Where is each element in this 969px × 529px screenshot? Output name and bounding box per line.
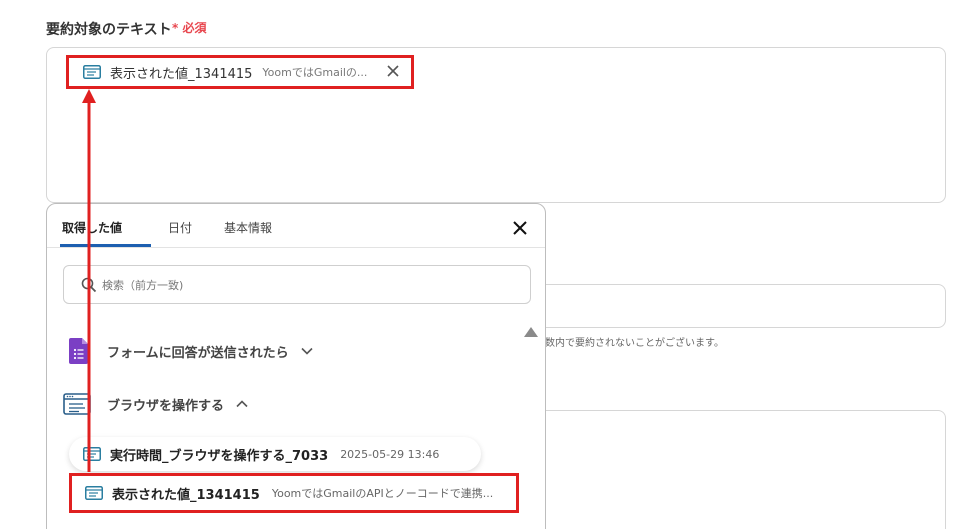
group-form-submitted[interactable]: フォームに回答が送信されたら (63, 338, 313, 364)
item-title: 実行時間_ブラウザを操作する_7033 (110, 448, 329, 464)
required-star: * (172, 21, 179, 35)
tab-basic-info[interactable]: 基本情報 (224, 219, 272, 236)
chip-title: 表示された値_1341415 (110, 66, 253, 82)
secondary-input[interactable] (530, 284, 946, 328)
browser-icon (63, 393, 91, 415)
close-icon[interactable] (511, 219, 529, 237)
form-icon (69, 338, 88, 364)
value-icon (83, 65, 101, 79)
tab-fetched-values[interactable]: 取得した値 (62, 219, 122, 236)
item-subtitle: YoomではGmailのAPIとノーコードで連携... (271, 487, 494, 500)
group-browser-operation[interactable]: ブラウザを操作する (63, 393, 248, 415)
group-label: ブラウザを操作する (107, 398, 225, 414)
value-icon (85, 486, 103, 500)
item-title: 表示された値_1341415 (112, 487, 260, 503)
required-text: 必須 (182, 21, 207, 35)
search-input[interactable] (102, 274, 522, 296)
value-chip[interactable]: 表示された値_1341415 YoomではGmailの... (66, 55, 414, 89)
chevron-up-icon (236, 400, 248, 408)
search-box (63, 265, 531, 304)
tab-date[interactable]: 日付 (168, 219, 192, 236)
scroll-up-icon[interactable] (523, 326, 539, 338)
chevron-down-icon (301, 347, 313, 355)
value-icon (83, 447, 101, 461)
item-subtitle: 2025-05-29 13:46 (340, 447, 440, 461)
tab-bar: 取得した値 日付 基本情報 (47, 204, 545, 248)
field-hint: 数内で要約されないことがございます。 (545, 338, 724, 349)
chip-subtitle: YoomではGmailの... (262, 66, 368, 79)
search-icon (81, 277, 97, 293)
remove-chip-icon[interactable] (385, 63, 401, 79)
group-label: フォームに回答が送信されたら (107, 345, 289, 361)
value-picker-popover: 取得した値 日付 基本情報 フォームに回答が送信されたら (46, 203, 546, 529)
value-item-execution-time[interactable]: 実行時間_ブラウザを操作する_7033 2025-05-29 13:46 (69, 437, 481, 471)
required-badge: * 必須 (172, 19, 206, 36)
field-label: 要約対象のテキスト (46, 22, 172, 38)
tertiary-input[interactable] (530, 410, 946, 529)
value-item-displayed-value[interactable]: 表示された値_1341415 YoomではGmailのAPIとノーコードで連携.… (69, 473, 519, 513)
active-tab-indicator (60, 244, 151, 247)
